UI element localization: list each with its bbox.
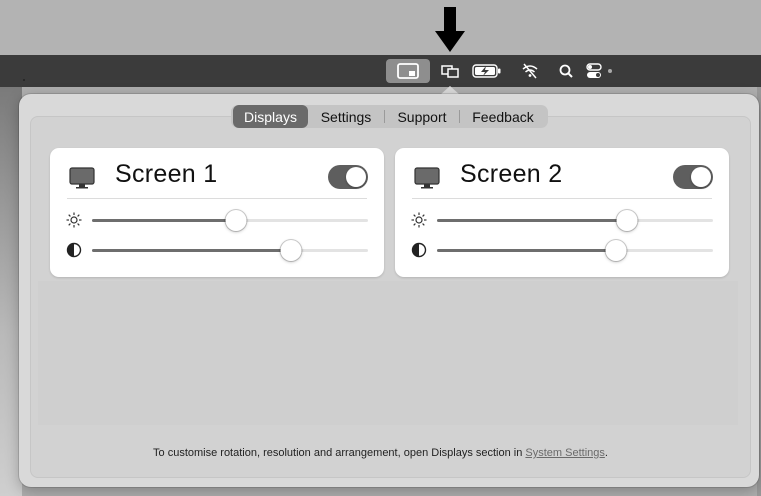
tab-label: Feedback — [472, 108, 534, 125]
screen-toggle[interactable] — [328, 165, 368, 189]
brightness-icon — [66, 212, 82, 228]
menu-dot — [23, 79, 25, 81]
control-center-menu-item[interactable] — [584, 59, 616, 83]
search-menu-item[interactable] — [555, 59, 577, 83]
slider-thumb[interactable] — [605, 240, 627, 261]
battery-menu-item[interactable] — [471, 59, 503, 83]
tab-label: Support — [397, 108, 447, 125]
contrast-slider[interactable] — [437, 240, 713, 261]
contrast-icon — [411, 242, 427, 258]
monitor-icon — [69, 167, 95, 189]
screen-card: Screen 2 — [395, 148, 729, 277]
slider-fill — [92, 219, 236, 222]
tab-label: Displays — [244, 108, 297, 125]
displays-menu-item[interactable] — [437, 59, 463, 83]
tab-label: Settings — [320, 108, 372, 125]
system-settings-link[interactable]: System Settings — [525, 447, 604, 459]
contrast-row — [66, 239, 368, 261]
toggle-knob — [691, 167, 711, 187]
screen-title: Screen 1 — [115, 160, 218, 188]
slider-thumb[interactable] — [616, 210, 638, 231]
tab-displays[interactable]: Displays — [233, 105, 308, 128]
desktop-top — [0, 0, 761, 55]
divider — [412, 198, 712, 199]
footer-text: To customise rotation, resolution and ar… — [153, 447, 526, 459]
tab-feedback[interactable]: Feedback — [460, 105, 546, 128]
wifi-menu-item[interactable] — [518, 59, 542, 83]
search-icon — [559, 64, 573, 78]
contrast-icon — [66, 242, 82, 258]
empty-panel — [38, 281, 738, 425]
battery-charging-icon — [472, 64, 501, 78]
brightness-icon — [411, 212, 427, 228]
footer-suffix: . — [604, 447, 608, 459]
screen-title: Screen 2 — [460, 160, 563, 188]
slider-fill — [92, 249, 291, 252]
footer-hint: To customise rotation, resolution and ar… — [0, 447, 761, 459]
brightness-slider[interactable] — [437, 210, 713, 231]
divider — [67, 198, 367, 199]
menu-bar — [0, 55, 761, 87]
slider-fill — [437, 249, 617, 252]
monitor-icon — [414, 167, 440, 189]
display-manager-icon — [397, 63, 419, 79]
tab-bar: Displays Settings Support Feedback — [231, 105, 548, 128]
brightness-row — [411, 209, 713, 231]
contrast-slider[interactable] — [92, 240, 368, 261]
toggle-knob — [346, 167, 366, 187]
screen-toggle[interactable] — [673, 165, 713, 189]
control-center-icon — [586, 63, 612, 78]
brightness-slider[interactable] — [92, 210, 368, 231]
slider-fill — [437, 219, 628, 222]
slider-thumb[interactable] — [280, 240, 302, 261]
display-manager-menu-item[interactable] — [386, 59, 430, 83]
pointer-arrow-icon — [435, 7, 465, 52]
slider-thumb[interactable] — [225, 210, 247, 231]
displays-icon — [441, 65, 459, 78]
wifi-off-icon — [522, 63, 538, 79]
brightness-row — [66, 209, 368, 231]
contrast-row — [411, 239, 713, 261]
screen-card: Screen 1 — [50, 148, 384, 277]
tab-settings[interactable]: Settings — [308, 105, 384, 128]
tab-support[interactable]: Support — [385, 105, 459, 128]
